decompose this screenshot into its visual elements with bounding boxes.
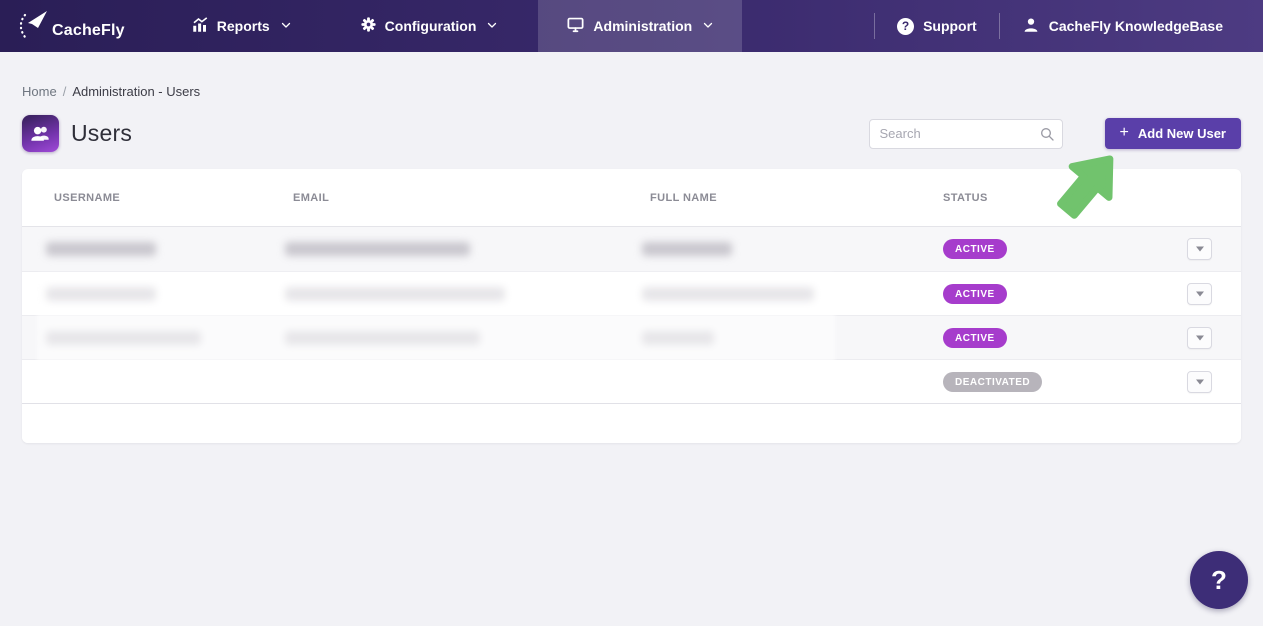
redacted-email <box>285 242 470 256</box>
table-row: ACTIVE <box>22 227 1241 271</box>
chevron-down-icon <box>280 18 292 34</box>
help-button[interactable]: ? <box>1190 551 1248 609</box>
support-link[interactable]: ? Support <box>875 17 999 35</box>
title-group: Users <box>22 115 132 152</box>
paper-plane-icon <box>16 7 50 46</box>
column-header-username: USERNAME <box>54 191 121 204</box>
table-header-row: USERNAME EMAIL FULL NAME STATUS <box>22 169 1241 227</box>
users-table-card: USERNAME EMAIL FULL NAME STATUS ACTIVE A… <box>22 169 1241 443</box>
search-wrap <box>868 118 1063 149</box>
chevron-down-icon <box>702 18 714 34</box>
nav-item-configuration[interactable]: Configuration <box>346 0 513 52</box>
redacted-full-name <box>642 242 732 256</box>
account-label: CacheFly KnowledgeBase <box>1048 18 1223 34</box>
plus-icon: + <box>1119 124 1129 141</box>
row-actions-dropdown-button[interactable] <box>1187 326 1212 349</box>
top-navbar: CacheFly Reports Configuration Administr… <box>0 0 1263 52</box>
monitor-icon <box>566 15 585 37</box>
redacted-email <box>285 330 480 345</box>
title-toolbar-row: Users + Add New User <box>22 115 1241 152</box>
status-badge: ACTIVE <box>943 239 1007 259</box>
redacted-full-name <box>642 330 714 345</box>
support-label: Support <box>923 18 977 34</box>
breadcrumb-separator: / <box>62 84 67 99</box>
account-menu[interactable]: CacheFly KnowledgeBase <box>1000 16 1245 37</box>
table-footer <box>22 403 1241 443</box>
redacted-email <box>285 286 505 301</box>
table-row: ACTIVE <box>22 271 1241 315</box>
row-actions-dropdown-button[interactable] <box>1187 370 1212 393</box>
column-header-full-name: FULL NAME <box>650 191 717 204</box>
bar-chart-icon <box>191 16 209 37</box>
redacted-full-name <box>642 286 814 301</box>
breadcrumb: Home / Administration - Users <box>22 84 1241 99</box>
redacted-username <box>46 242 156 256</box>
users-icon <box>22 115 59 152</box>
person-icon <box>1022 16 1040 37</box>
page-content: Home / Administration - Users Users Sear… <box>0 84 1263 443</box>
brand-name: CacheFly <box>52 21 125 39</box>
question-circle-icon: ? <box>897 17 915 35</box>
add-new-user-button[interactable]: + Add New User <box>1104 118 1241 149</box>
search-input[interactable] <box>868 118 1063 149</box>
column-header-email: EMAIL <box>293 191 330 204</box>
redacted-username <box>46 286 156 301</box>
column-header-status: STATUS <box>943 191 988 204</box>
row-actions-dropdown-button[interactable] <box>1187 238 1212 260</box>
nav-item-label: Configuration <box>384 18 477 34</box>
breadcrumb-home-link[interactable]: Home <box>22 84 57 99</box>
nav-item-administration[interactable]: Administration <box>538 0 743 52</box>
nav-item-reports[interactable]: Reports <box>177 0 306 52</box>
status-badge: ACTIVE <box>943 283 1007 304</box>
redacted-username <box>46 330 201 345</box>
nav-item-label: Reports <box>216 18 270 34</box>
search-icon <box>1039 126 1055 147</box>
chevron-down-icon <box>486 18 498 34</box>
status-badge: DEACTIVATED <box>943 371 1043 392</box>
breadcrumb-current: Administration - Users <box>72 84 201 99</box>
table-row: DEACTIVATED <box>22 359 1241 403</box>
page-title: Users <box>71 120 133 146</box>
status-badge: ACTIVE <box>943 327 1007 348</box>
navbar-right: ? Support CacheFly KnowledgeBase <box>874 13 1245 39</box>
toolbar: + Add New User <box>868 118 1241 149</box>
cachefly-logo[interactable]: CacheFly <box>16 7 125 46</box>
row-actions-dropdown-button[interactable] <box>1187 282 1212 305</box>
table-row: ACTIVE <box>22 315 1241 359</box>
gear-icon <box>360 16 377 36</box>
add-new-user-label: Add New User <box>1137 126 1226 141</box>
nav-item-label: Administration <box>593 18 693 34</box>
